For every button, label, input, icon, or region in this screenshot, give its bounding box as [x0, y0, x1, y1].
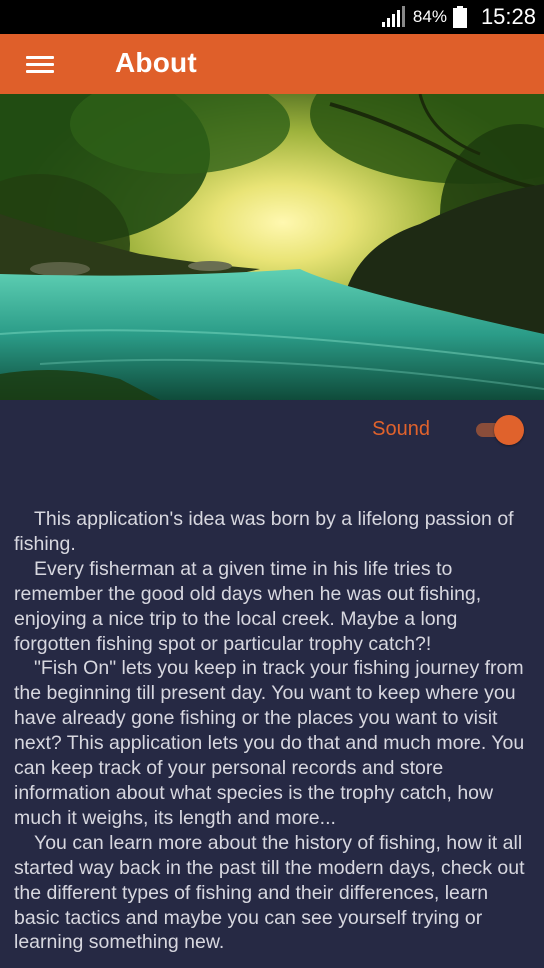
signal-icon [381, 6, 405, 27]
sound-toggle[interactable] [474, 413, 526, 445]
about-description: This application's idea was born by a li… [14, 507, 534, 955]
river-landscape-image [0, 94, 544, 400]
about-paragraph-2: Every fisherman at a given time in his l… [14, 557, 482, 655]
sound-label: Sound [372, 418, 430, 440]
about-paragraph-1: This application's idea was born by a li… [14, 508, 514, 555]
status-icons: 84% 15:28 [381, 0, 536, 34]
about-paragraph-4: You can learn more about the history of … [14, 831, 525, 954]
page-title: About [115, 47, 197, 78]
clock: 15:28 [480, 4, 536, 29]
battery-icon [452, 6, 467, 28]
sound-setting-row: Sound [0, 405, 544, 455]
status-bar: 84% 15:28 [0, 0, 544, 34]
about-paragraph-3: "Fish On" lets you keep in track your fi… [14, 657, 525, 829]
toggle-thumb [494, 415, 524, 445]
battery-percentage: 84% [412, 7, 447, 26]
hamburger-menu-icon[interactable] [22, 48, 58, 80]
app-bar: About [0, 34, 544, 94]
